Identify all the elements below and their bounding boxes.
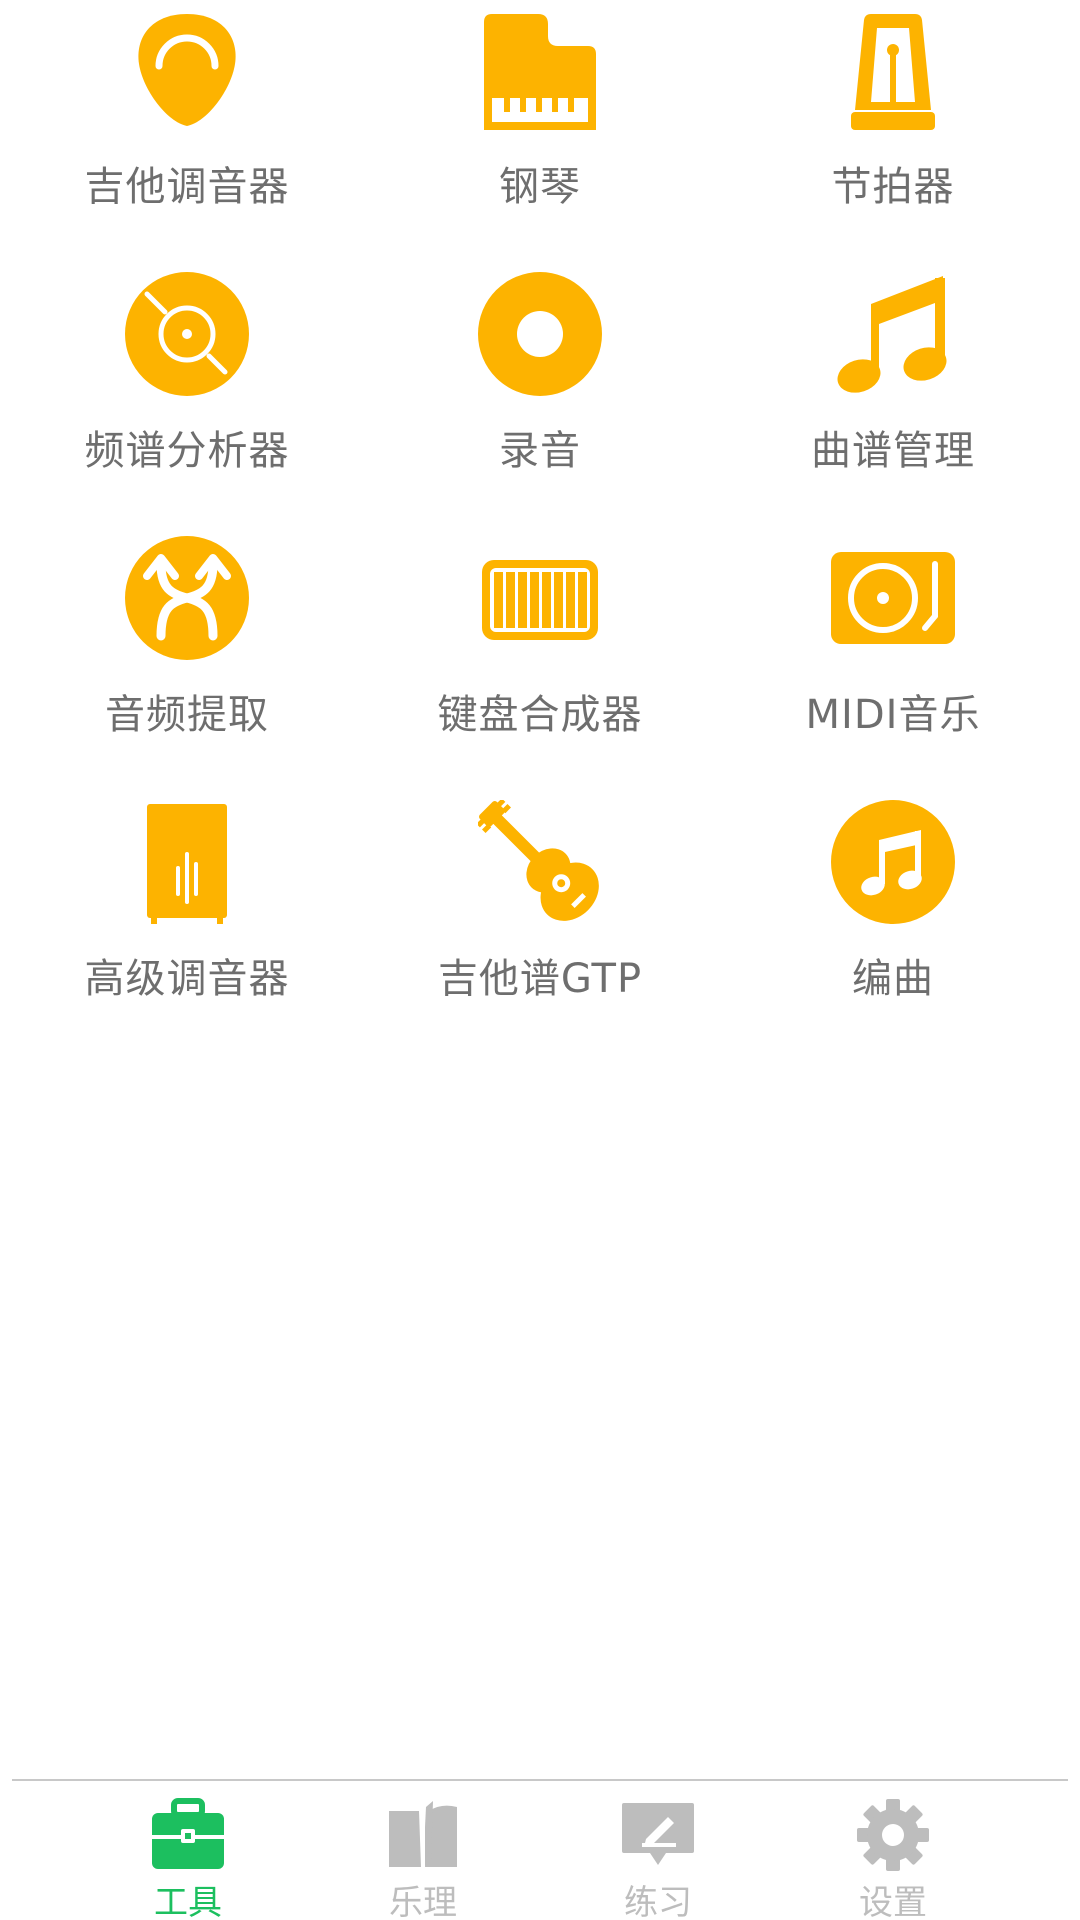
music-note-circle-icon [831,800,955,924]
tool-label: 节拍器 [831,164,955,210]
record-disc-icon [478,272,602,396]
tools-screen: 吉他调音器 钢琴 节拍器 频谱分析器 录音 曲谱管理 音频提取 键盘合成器 MI… [0,0,1080,1920]
tool-score-manager[interactable]: 曲谱管理 [713,264,1073,494]
metronome-icon [831,8,955,132]
gear-icon [855,1797,931,1873]
tool-label: 频谱分析器 [84,428,290,474]
tool-label: 编曲 [852,956,934,1002]
nav-label: 设置 [859,1883,927,1920]
nav-label: 乐理 [389,1883,457,1920]
nav-tab-settings[interactable]: 设置 [823,1781,963,1920]
tool-label: 键盘合成器 [437,692,643,738]
cabinet-tuner-icon [125,800,249,924]
tool-advanced-tuner[interactable]: 高级调音器 [7,792,367,1022]
turntable-icon [831,536,955,660]
nav-tab-tools[interactable]: 工具 [118,1781,258,1920]
tool-label: 高级调音器 [84,956,290,1002]
tool-label: 钢琴 [499,164,581,210]
nav-label: 工具 [154,1883,222,1920]
tool-label: 吉他调音器 [84,164,290,210]
tool-label: 吉他谱GTP [437,956,643,1002]
tool-label: 录音 [499,428,581,474]
tool-label: 音频提取 [105,692,269,738]
guitar-pick-icon [125,8,249,132]
nav-tab-theory[interactable]: 乐理 [353,1781,493,1920]
toolbox-icon [150,1797,226,1873]
pencil-board-icon [620,1797,696,1873]
tool-guitar-tuner[interactable]: 吉他调音器 [7,0,367,230]
tool-metronome[interactable]: 节拍器 [713,0,1073,230]
tool-label: 曲谱管理 [811,428,975,474]
tool-audio-extract[interactable]: 音频提取 [7,528,367,758]
spectrum-disc-icon [125,272,249,396]
tool-spectrum-analyzer[interactable]: 频谱分析器 [7,264,367,494]
tool-guitar-gtp[interactable]: 吉他谱GTP [360,792,720,1022]
tool-record[interactable]: 录音 [360,264,720,494]
guitar-icon [478,800,602,924]
tool-piano[interactable]: 钢琴 [360,0,720,230]
tool-midi-music[interactable]: MIDI音乐 [713,528,1073,758]
nav-tab-practice[interactable]: 练习 [588,1781,728,1920]
tool-label: MIDI音乐 [805,692,981,738]
keyboard-synth-icon [478,536,602,660]
audio-extract-icon [125,536,249,660]
tool-compose[interactable]: 编曲 [713,792,1073,1022]
tool-keyboard-synth[interactable]: 键盘合成器 [360,528,720,758]
music-note-icon [831,272,955,396]
book-icon [385,1797,461,1873]
nav-label: 练习 [624,1883,692,1920]
piano-icon [478,8,602,132]
bottom-nav: 工具 乐理 练习 设置 [0,1781,1080,1920]
